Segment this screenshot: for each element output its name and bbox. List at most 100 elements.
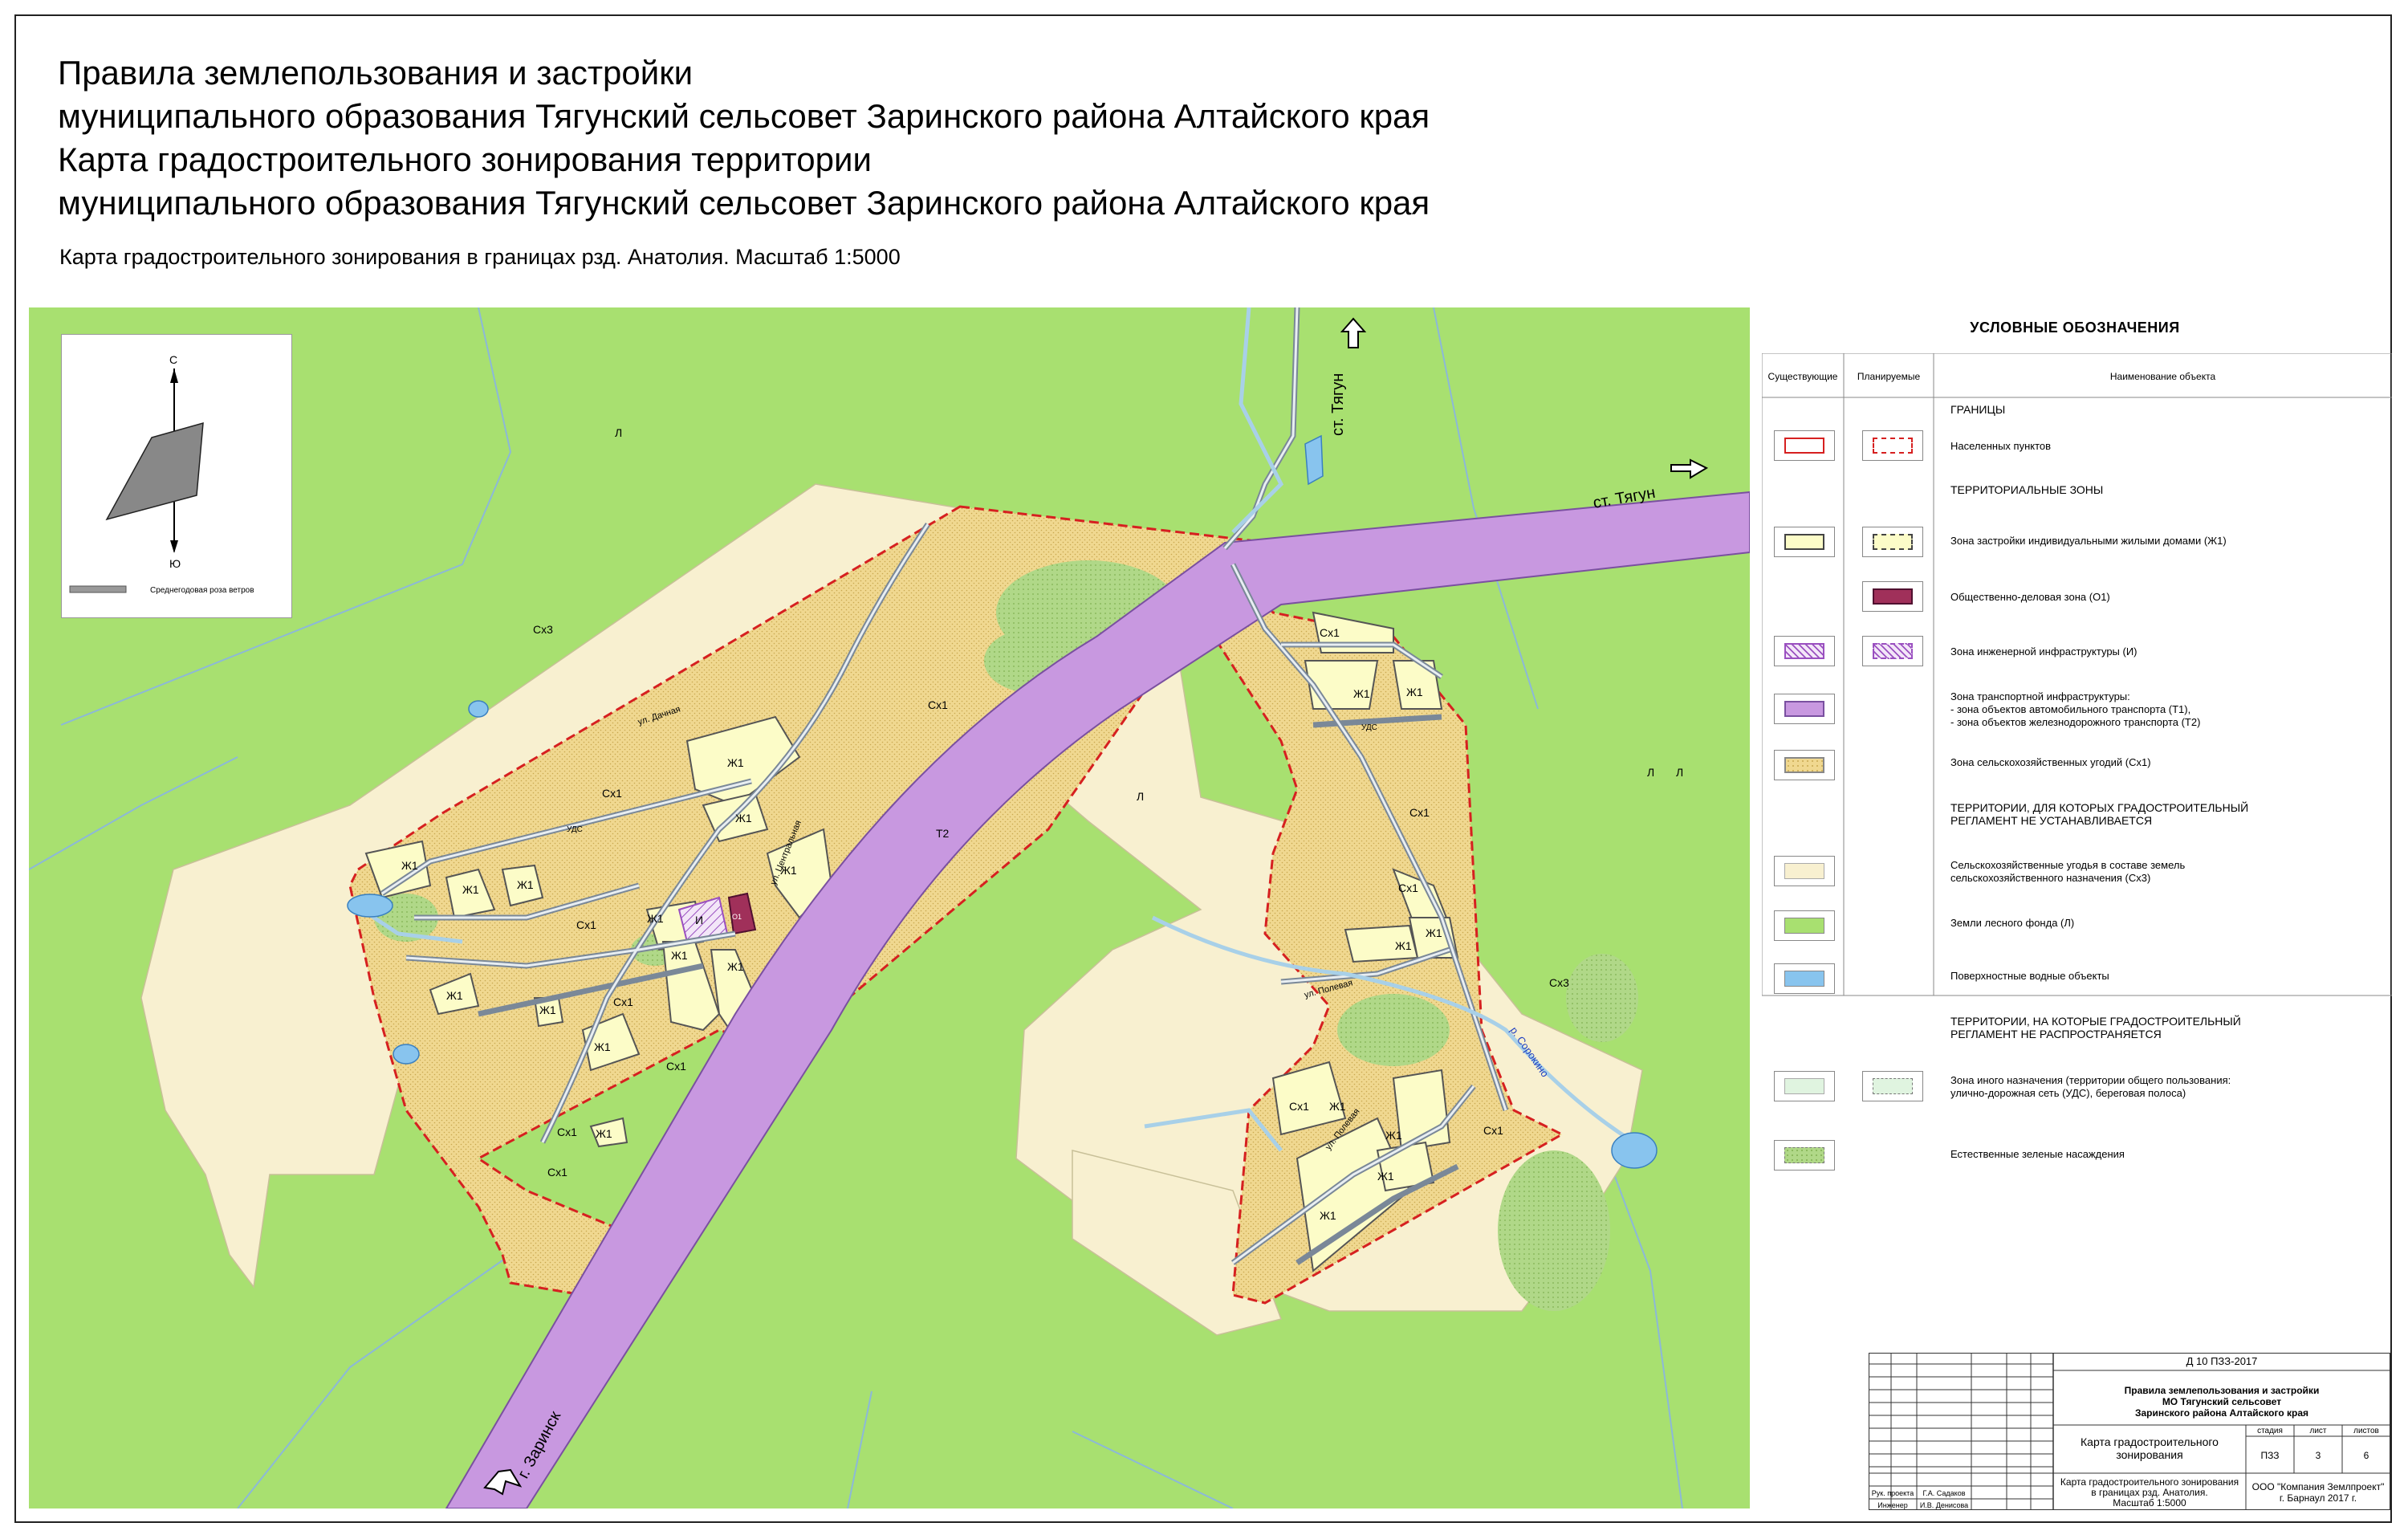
legend-swatch-other-existing — [1774, 1071, 1835, 1101]
legend-swatch-settlement-planned — [1862, 430, 1923, 461]
stamp-role-1: Рук. проекта — [1871, 1489, 1914, 1497]
zone-sx1-label: Сх1 — [1320, 626, 1340, 639]
zone-sx1-label: Сх1 — [1483, 1124, 1503, 1137]
zone-sx1-label: Сх1 — [666, 1060, 686, 1073]
map-subtitle: Карта градостроительного зонирования в г… — [59, 245, 901, 269]
legend-section-borders: ГРАНИЦЫ — [1950, 403, 2006, 416]
legend-item-o1: Общественно-деловая зона (О1) — [1950, 591, 2110, 603]
zone-sx1-label: Сх1 — [613, 995, 633, 1008]
stamp-project-2: МО Тягунский сельсовет — [2162, 1396, 2282, 1407]
stamp-header-stage: стадия — [2257, 1427, 2283, 1435]
south-letter: Ю — [169, 557, 181, 570]
stamp-name-2: И.В. Денисова — [1919, 1501, 1969, 1509]
zone-zh1-label: Ж1 — [780, 864, 797, 877]
legend-item-infra: Зона инженерной инфраструктуры (И) — [1950, 645, 2138, 658]
stamp-company-2: г. Барнаул 2017 г. — [2279, 1492, 2357, 1504]
zone-zh1-label: Ж1 — [446, 989, 463, 1002]
legend-item-transport-1: Зона транспортной инфраструктуры: — [1950, 690, 2130, 702]
legend-item-sx3-2: сельскохозяйственного назначения (Сх3) — [1950, 872, 2151, 884]
legend-item-transport-3: - зона объектов железнодорожного транспо… — [1950, 716, 2201, 728]
zone-sx3-label: Сх3 — [533, 623, 553, 636]
legend-item-other-1: Зона иного назначения (территории общего… — [1950, 1074, 2231, 1086]
zone-zh1-label: Ж1 — [596, 1127, 612, 1140]
legend-swatch-infra-existing — [1774, 636, 1835, 666]
stamp-value-sheets: 6 — [2363, 1450, 2369, 1461]
legend-item-sx3-1: Сельскохозяйственные угодья в составе зе… — [1950, 859, 2186, 871]
zone-zh1-label: Ж1 — [462, 883, 479, 896]
zone-zh1-label: Ж1 — [517, 878, 534, 891]
road-label-north: ст. Тягун — [1329, 373, 1347, 436]
zone-zh1-label: Ж1 — [1353, 687, 1370, 700]
zone-sx1-label: Сх1 — [1398, 881, 1418, 894]
zone-zh1-label: Ж1 — [671, 949, 688, 962]
north-pointer-icon — [170, 368, 178, 383]
zone-zh1-label: Ж1 — [1377, 1170, 1394, 1183]
zone-forest-label: Л — [615, 426, 622, 439]
zone-sx1-label: Сх1 — [576, 918, 596, 931]
zone-zh1-label: Ж1 — [401, 859, 418, 872]
zone-sx1-label: Сх1 — [1409, 806, 1430, 819]
legend-swatch-water — [1774, 963, 1835, 994]
legend-swatch-settlement-existing — [1774, 430, 1835, 461]
wind-rose-caption: Среднегодовая роза ветров — [150, 586, 254, 595]
legend-item-transport-2: - зона объектов автомобильного транспорт… — [1950, 703, 2191, 715]
stamp-value-sheet: 3 — [2315, 1450, 2321, 1461]
stamp-map-title-2: в границах рзд. Анатолия. — [2091, 1487, 2208, 1498]
zone-zh1-label: Ж1 — [1406, 686, 1423, 698]
legend-swatch-forest — [1774, 910, 1835, 941]
zone-zh1-label: Ж1 — [727, 960, 744, 973]
zone-sx1-label: Сх1 — [1289, 1100, 1309, 1113]
south-pointer-icon — [170, 540, 178, 553]
zone-zh1-label: Ж1 — [1320, 1209, 1336, 1222]
legend-swatch-infra-planned — [1862, 636, 1923, 666]
zone-zh1-label: Ж1 — [1329, 1100, 1346, 1113]
zone-forest-label: Л — [1647, 766, 1654, 779]
stamp-doc-code: Д 10 ПЗЗ-2017 — [2186, 1355, 2258, 1367]
stamp-map-title-1: Карта градостроительного зонирования — [2060, 1476, 2239, 1488]
stamp-map-title-3: Масштаб 1:5000 — [2113, 1497, 2186, 1508]
zone-sx1-label: Сх1 — [928, 698, 948, 711]
zone-sx1-label: Сх1 — [547, 1166, 567, 1179]
legend-swatch-other-planned — [1862, 1071, 1923, 1101]
legend-item-settlements: Населенных пунктов — [1950, 440, 2052, 452]
stamp-role-2: Инженер — [1877, 1501, 1908, 1509]
stamp-project-3: Заринского района Алтайского края — [2134, 1407, 2309, 1419]
zone-zh1-label: Ж1 — [1395, 939, 1412, 952]
legend-section-zones: ТЕРРИТОРИАЛЬНЫЕ ЗОНЫ — [1950, 483, 2104, 496]
legend-swatch-o1-planned — [1862, 581, 1923, 612]
legend-title: УСЛОВНЫЕ ОБОЗНАЧЕНИЯ — [1970, 320, 2180, 336]
legend-section-not-apply-1: ТЕРРИТОРИИ, НА КОТОРЫЕ ГРАДОСТРОИТЕЛЬНЫЙ — [1950, 1015, 2241, 1028]
legend-swatch-sx3 — [1774, 856, 1835, 886]
legend-item-zh1: Зона застройки индивидуальными жилыми до… — [1950, 535, 2227, 547]
legend-swatch-zh1-planned — [1862, 527, 1923, 557]
zone-zh1-label: Ж1 — [594, 1040, 611, 1053]
udc-label-2: УДС — [1361, 723, 1377, 732]
zone-public-label: О1 — [732, 913, 742, 921]
zone-sx1-label: Сх1 — [602, 787, 622, 800]
zone-zh1-label: Ж1 — [735, 812, 752, 824]
stamp-company-1: ООО "Компания Землпроект" — [2251, 1481, 2385, 1492]
zone-sx3-label: Сх3 — [1549, 976, 1569, 989]
legend-item-water: Поверхностные водные объекты — [1950, 970, 2109, 982]
legend-swatch-green — [1774, 1140, 1835, 1171]
legend-item-other-2: улично-дорожная сеть (УДС), береговая по… — [1950, 1087, 2186, 1099]
legend-col-planned: Планируемые — [1857, 371, 1921, 382]
zone-zh1-label: Ж1 — [539, 1004, 556, 1016]
legend-section-no-reg-1: ТЕРРИТОРИИ, ДЛЯ КОТОРЫХ ГРАДОСТРОИТЕЛЬНЫ… — [1950, 801, 2249, 814]
stamp-sheet-title-1: Карта градостроительного — [2081, 1435, 2219, 1448]
legend-item-green: Естественные зеленые насаждения — [1950, 1148, 2125, 1160]
zone-transport-label: Т2 — [936, 827, 950, 840]
udc-label-1: УДС — [567, 825, 583, 834]
stamp-header-sheets: листов — [2353, 1427, 2379, 1435]
title-stamp: Д 10 ПЗЗ-2017 Правила землепользования и… — [1869, 1353, 2390, 1510]
zone-forest-label: Л — [1137, 790, 1144, 803]
legend-swatch-sx1 — [1774, 750, 1835, 780]
legend-swatch-transport — [1774, 694, 1835, 724]
zone-zh1-label: Ж1 — [727, 756, 744, 769]
legend-section-not-apply-2: РЕГЛАМЕНТ НЕ РАСПРОСТРАНЯЕТСЯ — [1950, 1028, 2162, 1040]
north-arrow-box: С Ю Среднегодовая роза ветров — [61, 334, 292, 618]
stamp-header-sheet: лист — [2309, 1427, 2327, 1435]
wind-rose-icon — [105, 421, 204, 521]
legend-item-sx1: Зона сельскохозяйственных угодий (Сх1) — [1950, 756, 2151, 768]
zone-infra-label: И — [695, 914, 703, 926]
